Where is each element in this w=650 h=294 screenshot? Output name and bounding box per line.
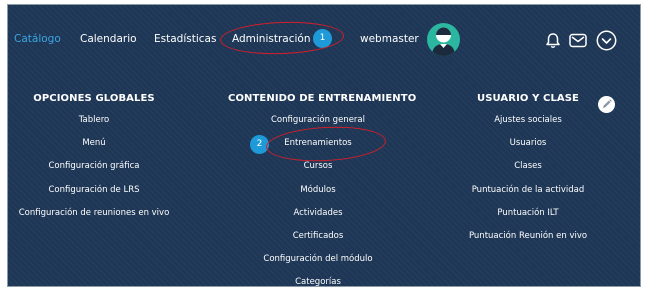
top-navigation-bar: Catálogo Calendario Estadísticas Adminis…: [8, 5, 640, 67]
nav-estadisticas[interactable]: Estadísticas: [154, 33, 216, 45]
menu-item-reuniones-en-vivo[interactable]: Configuración de reuniones en vivo: [13, 208, 175, 231]
training-content-column: CONTENIDO DE ENTRENAMIENTO Configuración…: [228, 93, 417, 286]
admin-menu-panel: Catálogo Calendario Estadísticas Adminis…: [7, 4, 641, 287]
menu-item-tablero[interactable]: Tablero: [13, 115, 175, 138]
menu-item-configuracion-lrs[interactable]: Configuración de LRS: [13, 185, 175, 208]
user-class-column: USUARIO Y CLASE Ajustes sociales Usuario…: [448, 93, 608, 254]
mail-icon[interactable]: [569, 33, 587, 52]
nav-administracion[interactable]: Administración: [232, 33, 311, 45]
bell-icon[interactable]: [545, 32, 561, 53]
chevron-down-circle-icon[interactable]: [596, 30, 617, 55]
global-options-title: OPCIONES GLOBALES: [33, 93, 155, 104]
menu-item-clases[interactable]: Clases: [448, 161, 608, 184]
menu-item-configuracion-modulo[interactable]: Configuración del módulo: [228, 254, 408, 277]
user-name[interactable]: webmaster: [360, 33, 419, 45]
nav-catalogo[interactable]: Catálogo: [14, 33, 61, 45]
menu-item-certificados[interactable]: Certificados: [228, 231, 408, 254]
menu-item-modulos[interactable]: Módulos: [228, 185, 408, 208]
training-content-title: CONTENIDO DE ENTRENAMIENTO: [228, 93, 417, 104]
menu-item-menu[interactable]: Menú: [13, 138, 175, 161]
menu-item-categorias[interactable]: Categorías: [228, 277, 408, 286]
menu-item-configuracion-grafica[interactable]: Configuración gráfica: [13, 161, 175, 184]
step-badge-1: 1: [313, 29, 332, 48]
menu-item-puntuacion-actividad[interactable]: Puntuación de la actividad: [448, 185, 608, 208]
menu-item-actividades[interactable]: Actividades: [228, 208, 408, 231]
menu-item-puntuacion-ilt[interactable]: Puntuación ILT: [448, 208, 608, 231]
pencil-icon[interactable]: [598, 96, 615, 113]
menu-item-cursos[interactable]: Cursos: [228, 161, 408, 184]
user-class-title: USUARIO Y CLASE: [477, 93, 579, 104]
menu-item-puntuacion-reunion[interactable]: Puntuación Reunión en vivo: [448, 231, 608, 254]
menu-item-ajustes-sociales[interactable]: Ajustes sociales: [448, 115, 608, 138]
menu-item-usuarios[interactable]: Usuarios: [448, 138, 608, 161]
step-badge-2: 2: [250, 135, 269, 154]
nav-calendario[interactable]: Calendario: [80, 33, 137, 45]
global-options-column: OPCIONES GLOBALES Tablero Menú Configura…: [13, 93, 175, 231]
user-avatar-icon[interactable]: [427, 23, 460, 56]
